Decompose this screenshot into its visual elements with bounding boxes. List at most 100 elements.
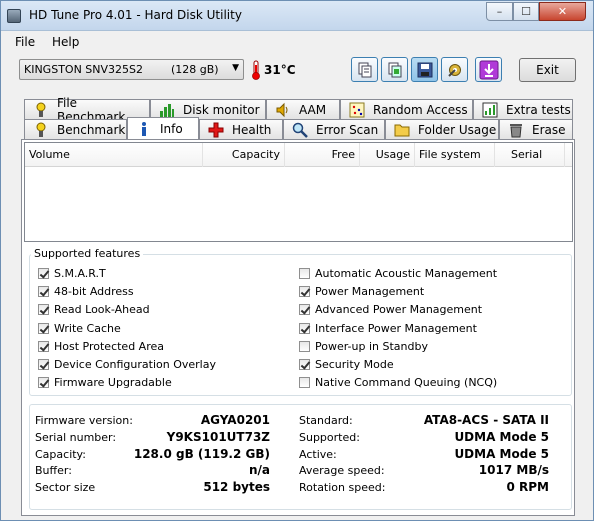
feature-checkbox[interactable]: S.M.A.R.T: [38, 267, 106, 280]
tab-health[interactable]: Health: [199, 119, 283, 139]
tab-label: Folder Usage: [418, 122, 497, 137]
checkbox-checked-icon[interactable]: [38, 322, 49, 334]
menu-bar: File Help: [1, 32, 593, 52]
checkbox-checked-icon[interactable]: [299, 359, 310, 370]
feature-checkbox[interactable]: Read Look-Ahead: [38, 303, 150, 316]
feature-checkbox[interactable]: 48-bit Address: [38, 285, 134, 298]
file-benchmark-icon: [36, 102, 46, 117]
checkbox-checked-icon[interactable]: [299, 322, 310, 334]
drive-select[interactable]: KINGSTON SNV325S2 (128 gB) ▼: [19, 59, 244, 80]
tab-file-benchmark[interactable]: File Benchmark: [24, 96, 150, 124]
detail-label: Average speed:: [299, 464, 385, 478]
feature-checkbox[interactable]: Write Cache: [38, 322, 121, 335]
tab-info[interactable]: Info: [127, 117, 199, 139]
checkbox-checked-icon[interactable]: [299, 304, 310, 316]
feature-checkbox[interactable]: Power Management: [299, 285, 424, 298]
detail-label: Standard:: [299, 414, 353, 427]
exit-down-icon: [479, 60, 498, 79]
tab-erase[interactable]: Erase: [499, 119, 573, 139]
options-button[interactable]: [441, 57, 468, 82]
tab-label: Erase: [532, 122, 566, 137]
app-icon: [7, 9, 21, 23]
checkbox-checked-icon[interactable]: [299, 286, 310, 298]
column-usage[interactable]: Usage: [360, 143, 415, 167]
disk-monitor-icon: [160, 103, 174, 117]
close-button[interactable]: ✕: [539, 2, 586, 21]
checkbox-checked-icon[interactable]: [38, 340, 49, 352]
tab-folder-usage[interactable]: Folder Usage: [385, 119, 499, 139]
checkbox-unchecked-icon[interactable]: [299, 377, 310, 389]
detail-label: Rotation speed:: [299, 481, 386, 495]
detail-label: Sector size: [35, 481, 96, 495]
feature-label: S.M.A.R.T: [54, 267, 106, 280]
feature-checkbox[interactable]: Native Command Queuing (NCQ): [299, 376, 497, 389]
exit-button[interactable]: Exit: [519, 58, 576, 82]
feature-label: Host Protected Area: [54, 339, 164, 353]
feature-label: Security Mode: [315, 358, 394, 371]
save-icon: [417, 62, 432, 77]
options-icon: [447, 63, 461, 77]
detail-value: 0 RPM: [506, 480, 549, 495]
tab-random-access[interactable]: Random Access: [340, 99, 473, 119]
exit-down-button[interactable]: [475, 57, 502, 82]
save-button[interactable]: [411, 57, 438, 82]
tab-disk-monitor[interactable]: Disk monitor: [150, 99, 266, 119]
feature-label: Read Look-Ahead: [54, 303, 150, 317]
tab-label: Health: [232, 122, 272, 137]
thermometer-icon: [252, 60, 260, 80]
column-capacity[interactable]: Capacity: [203, 143, 285, 167]
detail-value: n/a: [248, 463, 270, 478]
partition-list[interactable]: Volume Capacity Free Usage File system S…: [24, 142, 573, 242]
tab-label: Benchmark: [57, 122, 126, 137]
detail-value: Y9KS101UT73Z: [166, 429, 270, 444]
tab-aam[interactable]: AAM: [266, 99, 340, 119]
feature-checkbox[interactable]: Host Protected Area: [38, 340, 164, 353]
column-volume[interactable]: Volume: [25, 143, 203, 167]
feature-checkbox[interactable]: Power-up in Standby: [299, 340, 428, 353]
checkbox-checked-icon[interactable]: [38, 268, 49, 279]
checkbox-unchecked-icon[interactable]: [299, 340, 310, 352]
tab-label: Disk monitor: [183, 102, 260, 117]
menu-file[interactable]: File: [15, 35, 35, 49]
checkbox-unchecked-icon[interactable]: [299, 268, 310, 279]
tab-error-scan[interactable]: Error Scan: [283, 119, 385, 139]
column-serial[interactable]: Serial: [495, 143, 565, 167]
detail-value: 128.0 gB (119.2 GB): [133, 446, 270, 461]
checkbox-checked-icon[interactable]: [38, 359, 49, 370]
feature-checkbox[interactable]: Device Configuration Overlay: [38, 358, 216, 371]
feature-label: Automatic Acoustic Management: [315, 267, 498, 280]
copy-screenshot-icon: [388, 62, 401, 77]
tab-benchmark[interactable]: Benchmark: [24, 119, 127, 139]
column-free[interactable]: Free: [285, 143, 360, 167]
detail-value: UDMA Mode 5: [454, 429, 549, 444]
speaker-icon: [276, 102, 288, 117]
feature-label: Power-up in Standby: [315, 339, 428, 353]
detail-label: Capacity:: [35, 447, 86, 461]
maximize-button[interactable]: ☐: [513, 2, 539, 21]
tab-label: Extra tests: [506, 102, 571, 117]
feature-checkbox[interactable]: Firmware Upgradable: [38, 376, 172, 389]
feature-checkbox[interactable]: Interface Power Management: [299, 322, 477, 335]
minimize-button[interactable]: –: [486, 2, 513, 21]
feature-checkbox[interactable]: Advanced Power Management: [299, 303, 482, 316]
feature-checkbox[interactable]: Automatic Acoustic Management: [299, 267, 497, 280]
feature-checkbox[interactable]: Security Mode: [299, 358, 394, 371]
partition-list-header: Volume Capacity Free Usage File system S…: [25, 143, 572, 167]
tab-extra-tests[interactable]: Extra tests: [473, 99, 573, 119]
menu-help[interactable]: Help: [52, 35, 79, 49]
title-bar[interactable]: HD Tune Pro 4.01 - Hard Disk Utility – ☐…: [1, 1, 593, 31]
checkbox-checked-icon[interactable]: [38, 286, 49, 298]
copy-text-button[interactable]: [351, 57, 378, 82]
detail-value: AGYA0201: [200, 413, 270, 427]
feature-label: Advanced Power Management: [315, 303, 483, 317]
checkbox-checked-icon[interactable]: [38, 377, 49, 389]
app-window: HD Tune Pro 4.01 - Hard Disk Utility – ☐…: [0, 0, 594, 521]
checkbox-checked-icon[interactable]: [38, 304, 49, 316]
feature-label: Write Cache: [54, 321, 121, 335]
column-file-system[interactable]: File system: [415, 143, 495, 167]
feature-label: Interface Power Management: [315, 321, 477, 335]
window-title: HD Tune Pro 4.01 - Hard Disk Utility: [29, 8, 242, 22]
chevron-down-icon: ▼: [232, 63, 239, 73]
copy-screenshot-button[interactable]: [381, 57, 408, 82]
extra-tests-icon: [482, 102, 498, 117]
